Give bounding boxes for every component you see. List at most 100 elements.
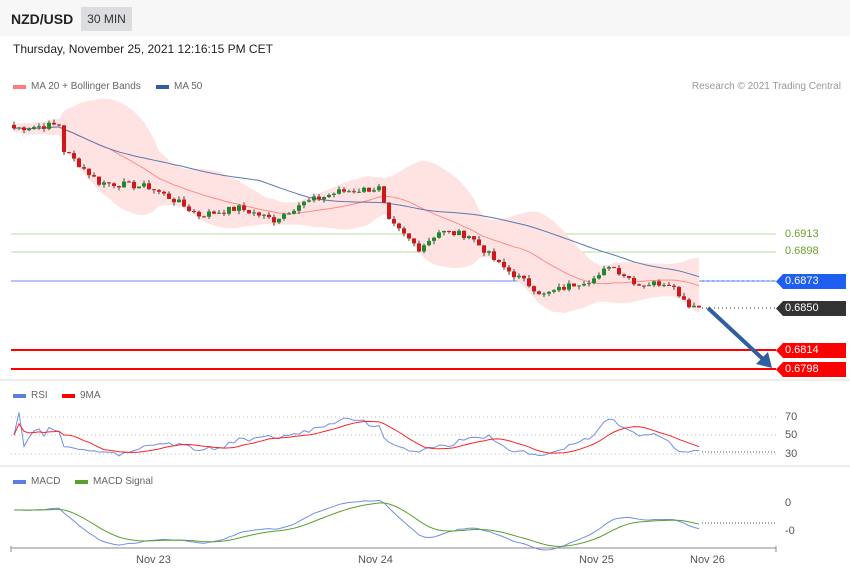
candle-body: [497, 259, 501, 262]
rsi-ma-label: 9MA: [80, 390, 101, 401]
rsi-line: [13, 412, 700, 457]
candle-body: [277, 218, 281, 223]
level-r2: 0.6913: [785, 228, 819, 240]
x-label: Nov 25: [579, 554, 614, 566]
level-s1-tag: 0.6814: [776, 343, 846, 358]
candle-body: [67, 152, 71, 154]
candle-body: [487, 251, 491, 253]
candle-body: [342, 189, 346, 192]
candle-body: [212, 211, 216, 214]
candle-body: [32, 127, 36, 129]
candle-body: [502, 261, 506, 268]
candle-body: [192, 210, 196, 212]
candle-body: [552, 290, 556, 292]
candle-body: [397, 223, 401, 229]
candle-body: [632, 277, 636, 285]
candle-body: [302, 201, 306, 206]
candle-body: [57, 124, 61, 126]
candle-body: [452, 231, 456, 236]
candle-body: [127, 181, 131, 183]
candle-body: [62, 125, 66, 153]
panel-divider: [0, 379, 850, 381]
candle-body: [47, 122, 51, 129]
candle-body: [562, 286, 566, 290]
candle-body: [102, 182, 106, 185]
candle-body: [447, 230, 451, 232]
candle-body: [462, 230, 466, 239]
level-pivot-tag: 0.6873: [776, 274, 846, 289]
candle-body: [327, 194, 331, 197]
candle-body: [372, 190, 376, 192]
rsi-level-70: 70: [785, 411, 798, 423]
x-label: Nov 24: [358, 554, 393, 566]
macd-signal-label: MACD Signal: [93, 476, 154, 487]
candle-body: [52, 122, 56, 125]
candle-body: [382, 186, 386, 203]
price-chart: [10, 98, 777, 552]
candle-body: [252, 212, 256, 214]
candle-body: [12, 124, 16, 129]
panel-divider: [0, 465, 850, 467]
candle-body: [377, 186, 381, 191]
candle-body: [142, 183, 146, 187]
candle-body: [172, 198, 176, 203]
candle-body: [492, 251, 496, 260]
candle-body: [207, 211, 211, 217]
candle-body: [362, 187, 366, 192]
candle-body: [597, 275, 601, 279]
candle-body: [432, 237, 436, 241]
candle-body: [602, 268, 606, 276]
legend-macd-signal: MACD Signal: [75, 476, 153, 487]
legend-rsi-ma: 9MA: [62, 390, 101, 401]
candle-body: [282, 214, 286, 219]
candle-body: [577, 285, 581, 287]
candle-body: [147, 183, 151, 190]
candle-body: [547, 291, 551, 294]
macd-level-neg: -0: [785, 525, 795, 537]
candle-body: [42, 126, 46, 129]
last-price-tag: 0.6850: [776, 301, 846, 316]
candle-body: [92, 175, 96, 177]
x-label: Nov 26: [690, 554, 725, 566]
candle-body: [512, 271, 516, 278]
candle-body: [657, 281, 661, 286]
candle-body: [72, 153, 76, 159]
candle-body: [312, 196, 316, 201]
candle-body: [77, 158, 81, 168]
candle-body: [407, 233, 411, 239]
candle-body: [262, 214, 266, 216]
candle-body: [587, 283, 591, 285]
rsi-label: RSI: [31, 390, 48, 401]
candle-body: [402, 228, 406, 234]
candle-body: [592, 278, 596, 284]
candle-body: [522, 275, 526, 279]
candle-body: [637, 284, 641, 286]
candle-body: [467, 236, 471, 239]
forecast-arrow: [706, 306, 766, 362]
macd-level-0: 0: [785, 497, 792, 509]
candle-body: [457, 230, 461, 236]
candle-body: [337, 189, 341, 194]
candle-body: [507, 267, 511, 272]
candle-body: [82, 167, 86, 169]
candle-body: [352, 191, 356, 193]
candle-body: [227, 206, 231, 214]
candle-body: [662, 284, 666, 286]
candle-body: [117, 185, 121, 188]
candle-body: [392, 218, 396, 224]
candle-body: [697, 305, 701, 308]
candle-body: [557, 286, 561, 291]
candle-body: [37, 126, 41, 128]
level-r1: 0.6898: [785, 245, 819, 257]
candle-body: [132, 181, 136, 189]
candle-body: [222, 212, 226, 214]
legend-macd: MACD: [13, 476, 60, 487]
candle-body: [572, 283, 576, 287]
candle-body: [217, 212, 221, 214]
candle-body: [347, 191, 351, 193]
candle-body: [122, 181, 126, 188]
candle-body: [517, 275, 521, 278]
candle-body: [442, 230, 446, 233]
candle-body: [642, 285, 646, 287]
candle-body: [667, 284, 671, 286]
